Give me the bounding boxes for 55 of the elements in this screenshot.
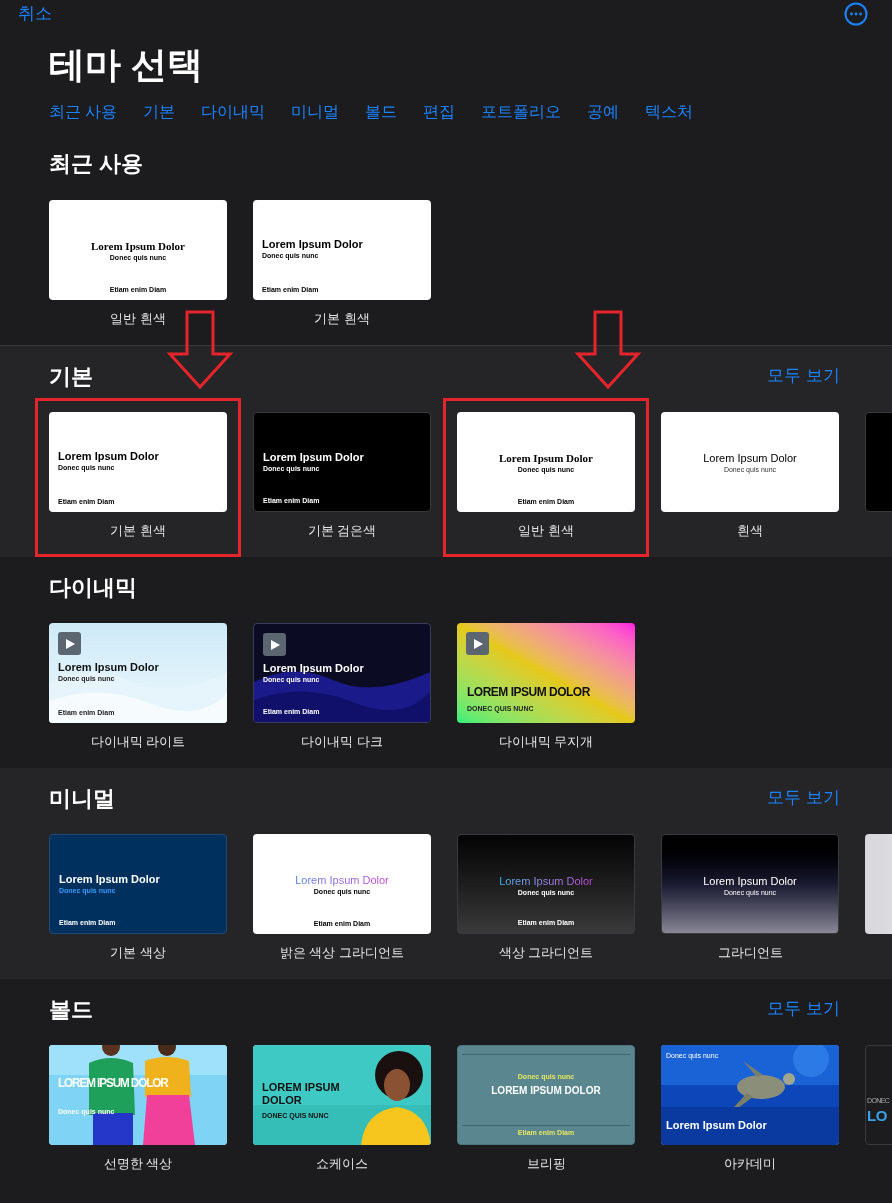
theme-label: 다이내믹 다크 bbox=[301, 733, 383, 751]
section-heading: 미니멀 bbox=[49, 784, 115, 813]
slide-title: Lorem Ipsum Dolor bbox=[499, 452, 593, 465]
theme-label: 아카데미 bbox=[724, 1155, 776, 1173]
theme-label: 다이내믹 무지개 bbox=[498, 733, 594, 751]
see-all-link[interactable]: 모두 보기 bbox=[767, 785, 840, 811]
section-heading: 볼드 bbox=[49, 995, 93, 1024]
theme-label: 밝은 색상 그라디언트 bbox=[279, 944, 405, 962]
section-heading: 다이내믹 bbox=[49, 573, 137, 602]
theme-label: 그라디언트 bbox=[717, 944, 783, 962]
theme-label: 쇼케이스 bbox=[316, 1155, 368, 1173]
section-heading: 최근 사용 bbox=[49, 149, 144, 178]
theme-label: 흰색 bbox=[737, 522, 763, 540]
category-link[interactable]: 포트폴리오 bbox=[481, 101, 562, 123]
play-icon bbox=[263, 633, 286, 656]
play-icon bbox=[466, 632, 489, 655]
see-all-link[interactable]: 모두 보기 bbox=[767, 363, 840, 389]
page-title: 테마 선택 bbox=[48, 43, 204, 87]
theme-label: 기본 색상 bbox=[110, 944, 166, 962]
slide-title: Lorem Ipsum Dolor bbox=[59, 873, 161, 886]
theme-label: 일반 흰색 bbox=[518, 522, 574, 540]
theme-label: 색상 그라디언트 bbox=[498, 944, 594, 962]
more-icon[interactable] bbox=[844, 2, 868, 26]
slide-title: LOREM IPSUM DOLOR bbox=[491, 1083, 601, 1098]
slide-title: LO bbox=[867, 1106, 887, 1125]
category-link[interactable]: 편집 bbox=[423, 101, 456, 123]
category-link[interactable]: 볼드 bbox=[365, 101, 398, 123]
theme-label: 기본 흰색 bbox=[314, 310, 370, 328]
play-icon bbox=[58, 632, 81, 655]
slide-title: Lorem Ipsum Dolor bbox=[703, 875, 797, 888]
category-link[interactable]: 텍스처 bbox=[645, 101, 694, 123]
theme-label: 다이내믹 라이트 bbox=[90, 733, 186, 751]
theme-label: 기본 검은색 bbox=[307, 522, 377, 540]
slide-title: Lorem Ipsum Dolor bbox=[262, 238, 364, 251]
category-link[interactable]: 공예 bbox=[587, 101, 620, 123]
category-link[interactable]: 다이내믹 bbox=[201, 101, 266, 123]
slide-title: Lorem Ipsum Dolor bbox=[666, 1117, 768, 1133]
slide-title: Lorem Ipsum Dolor bbox=[703, 452, 797, 465]
cancel-button[interactable]: 취소 bbox=[18, 1, 52, 27]
theme-label: 선명한 색상 bbox=[103, 1155, 173, 1173]
see-all-link[interactable]: 모두 보기 bbox=[767, 996, 840, 1022]
slide-title: LOREM IPSUM DOLOR bbox=[467, 684, 591, 702]
slide-title: Lorem Ipsum Dolor bbox=[91, 240, 185, 253]
theme-label: 기본 흰색 bbox=[110, 522, 166, 540]
slide-title: Lorem Ipsum Dolor bbox=[263, 662, 365, 675]
theme-label: 브리핑 bbox=[526, 1155, 566, 1173]
slide-title: Lorem Ipsum Dolor bbox=[58, 661, 160, 674]
slide-title: LOREM IPSUM DOLOR bbox=[262, 1081, 341, 1107]
category-link[interactable]: 미니멀 bbox=[291, 101, 340, 123]
category-link[interactable]: 최근 사용 bbox=[49, 101, 118, 123]
theme-label: 일반 흰색 bbox=[110, 310, 166, 328]
slide-title: Lorem Ipsum Dolor bbox=[263, 451, 365, 464]
section-heading: 기본 bbox=[49, 362, 93, 391]
category-link[interactable]: 기본 bbox=[143, 101, 176, 123]
slide-title: Lorem Ipsum Dolor bbox=[58, 450, 160, 463]
